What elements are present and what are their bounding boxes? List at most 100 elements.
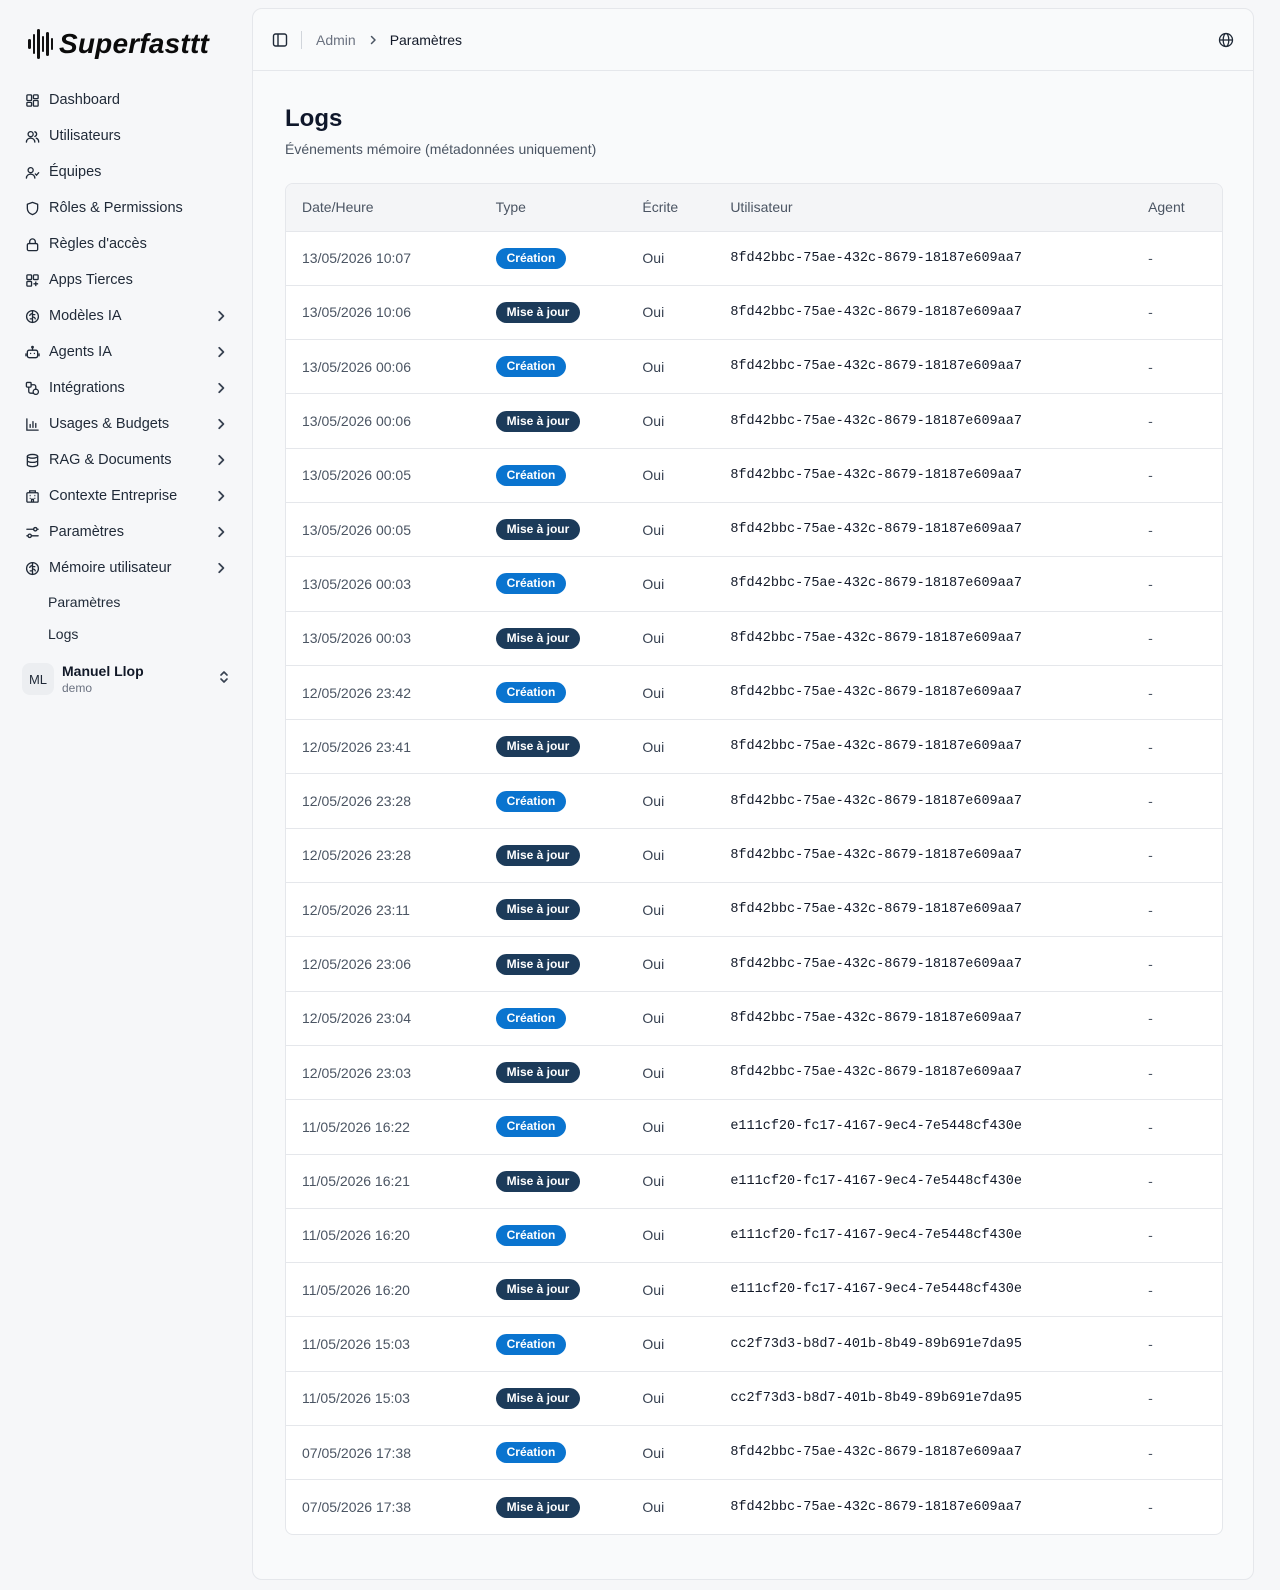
cell-date: 11/05/2026 16:20 [302,1281,410,1298]
sidebar-item-label: Modèles IA [49,308,122,324]
cell-date: 13/05/2026 00:03 [302,630,411,647]
cell-date: 12/05/2026 23:28 [302,847,411,864]
cell-written: Oui [642,738,665,755]
cell-agent: - [1148,956,1153,972]
cell-written: Oui [642,575,665,592]
table-row: 13/05/2026 00:03 Mise à jour Oui 8fd42bbc-7… [286,611,1222,665]
brain-icon [24,560,40,576]
brand-logo[interactable]: Superfasttt [28,22,230,66]
sidebar-item-agents-ia[interactable]: Agents IA [22,334,230,370]
chevrons-up-down-icon[interactable] [218,669,230,690]
cell-user: 8fd42bbc-75ae-432c-8679-18187e609aa7 [730,685,1022,701]
type-badge: Création [495,790,567,812]
cell-date: 07/05/2026 17:38 [302,1444,411,1461]
shield-icon [24,200,40,216]
cell-type: Création [480,448,627,502]
soundwave-icon [28,29,53,59]
sidebar-toggle-icon[interactable] [271,31,289,49]
users-icon [24,128,40,144]
sidebar-item-label: Rôles & Permissions [49,200,183,216]
table-row: 11/05/2026 15:03 Création Oui cc2f73d3-b8d7… [286,1316,1222,1371]
table-row: 13/05/2026 00:05 Mise à jour Oui 8fd42bbc-7… [286,502,1222,556]
sidebar-item-equipes[interactable]: Équipes [22,154,230,190]
user-menu[interactable]: ML Manuel Llop demo [22,658,230,700]
sidebar-item-memoire-utilisateur[interactable]: Mémoire utilisateur [22,550,230,586]
table-row: 12/05/2026 23:04 Création Oui 8fd42bbc-75ae… [286,991,1222,1045]
cell-type: Mise à jour [480,611,627,665]
cell-written: Oui [642,901,665,918]
sidebar-subitem-parametres[interactable]: Paramètres [48,586,230,618]
sidebar: Superfasttt Dashboard Utilisateurs Équipes… [0,0,250,1590]
cell-user: e111cf20-fc17-4167-9ec4-7e5448cf430e [730,1282,1022,1298]
sidebar-item-label: Paramètres [49,524,124,540]
cell-agent: - [1148,413,1153,430]
cell-user: 8fd42bbc-75ae-432c-8679-18187e609aa7 [730,1499,1022,1515]
cell-user: 8fd42bbc-75ae-432c-8679-18187e609aa7 [730,413,1022,429]
type-badge: Création [495,1116,567,1138]
settings-icon [24,524,40,540]
page-title: Logs [285,105,343,132]
table-row: 07/05/2026 17:38 Création Oui 8fd42bbc-75ae… [286,1425,1222,1480]
user-role: demo [62,681,93,695]
table-row: 13/05/2026 00:05 Création Oui 8fd42bbc-75ae… [286,448,1222,502]
cell-type: Mise à jour [480,502,627,556]
sidebar-item-usages-budgets[interactable]: Usages & Budgets [22,406,230,442]
cell-written: Oui [642,793,665,810]
breadcrumb-admin[interactable]: Admin [316,32,356,48]
sidebar-subitem-label: Paramètres [48,594,121,610]
logs-table: Date/Heure Type Écrite Utilisateur Agent… [285,183,1223,1536]
sidebar-item-regles-d-acces[interactable]: Règles d'accès [22,226,230,262]
sidebar-item-integrations[interactable]: Intégrations [22,370,230,406]
sidebar-item-dashboard[interactable]: Dashboard [22,82,230,118]
apps-icon [24,272,40,288]
cell-type: Mise à jour [480,720,627,774]
cell-date: 13/05/2026 00:03 [302,575,411,592]
sidebar-item-modeles-ia[interactable]: Modèles IA [22,298,230,334]
cell-type: Mise à jour [480,394,627,448]
chevron-right-icon [214,525,228,539]
cell-type: Création [480,774,627,828]
bot-icon [24,344,40,360]
sidebar-subitem-label: Logs [48,626,79,642]
sidebar-subitem-logs[interactable]: Logs [48,618,230,650]
sidebar-item-contexte-entreprise[interactable]: Contexte Entreprise [22,478,230,514]
cell-agent: - [1148,521,1153,538]
cell-agent: - [1148,901,1153,918]
cell-date: 11/05/2026 16:21 [302,1173,410,1190]
sidebar-item-utilisateurs[interactable]: Utilisateurs [22,118,230,154]
sidebar-item-apps-tierces[interactable]: Apps Tierces [22,262,230,298]
brain-icon [24,308,40,324]
type-badge: Création [495,356,567,378]
sidebar-item-label: Règles d'accès [49,236,147,252]
globe-icon[interactable] [1217,31,1235,49]
cell-date: 13/05/2026 00:06 [302,358,411,375]
cell-type: Création [480,340,627,394]
column-header-written: Écrite [642,199,679,216]
sidebar-item-label: Usages & Budgets [49,416,170,432]
cell-date: 12/05/2026 23:42 [302,684,411,701]
cell-date: 07/05/2026 17:38 [302,1499,411,1516]
cell-written: Oui [642,1336,665,1353]
sidebar-item-parametres[interactable]: Paramètres [22,514,230,550]
type-badge: Création [495,1333,567,1355]
cell-date: 12/05/2026 23:04 [302,1010,411,1027]
sidebar-item-roles-permissions[interactable]: Rôles & Permissions [22,190,230,226]
cell-agent: - [1148,1281,1153,1298]
cell-user: 8fd42bbc-75ae-432c-8679-18187e609aa7 [730,630,1022,646]
cell-type: Création [480,991,627,1045]
cell-agent: - [1148,1390,1153,1407]
topbar-divider [301,30,302,49]
chevron-right-icon [214,489,228,503]
cell-agent: - [1148,575,1153,592]
user-name: Manuel Llop [62,663,144,679]
cell-user: 8fd42bbc-75ae-432c-8679-18187e609aa7 [730,250,1022,266]
type-badge: Création [495,573,567,595]
column-header-date: Date/Heure [302,199,374,216]
sidebar-item-rag-documents[interactable]: RAG & Documents [22,442,230,478]
table-row: 13/05/2026 00:06 Création Oui 8fd42bbc-75ae… [286,339,1222,394]
cell-agent: - [1148,250,1153,267]
table-row: 11/05/2026 16:22 Création Oui e111cf20-fc17… [286,1099,1222,1154]
cell-user: 8fd42bbc-75ae-432c-8679-18187e609aa7 [730,304,1022,320]
cell-agent: - [1148,1444,1153,1461]
chevron-right-icon [214,453,228,467]
